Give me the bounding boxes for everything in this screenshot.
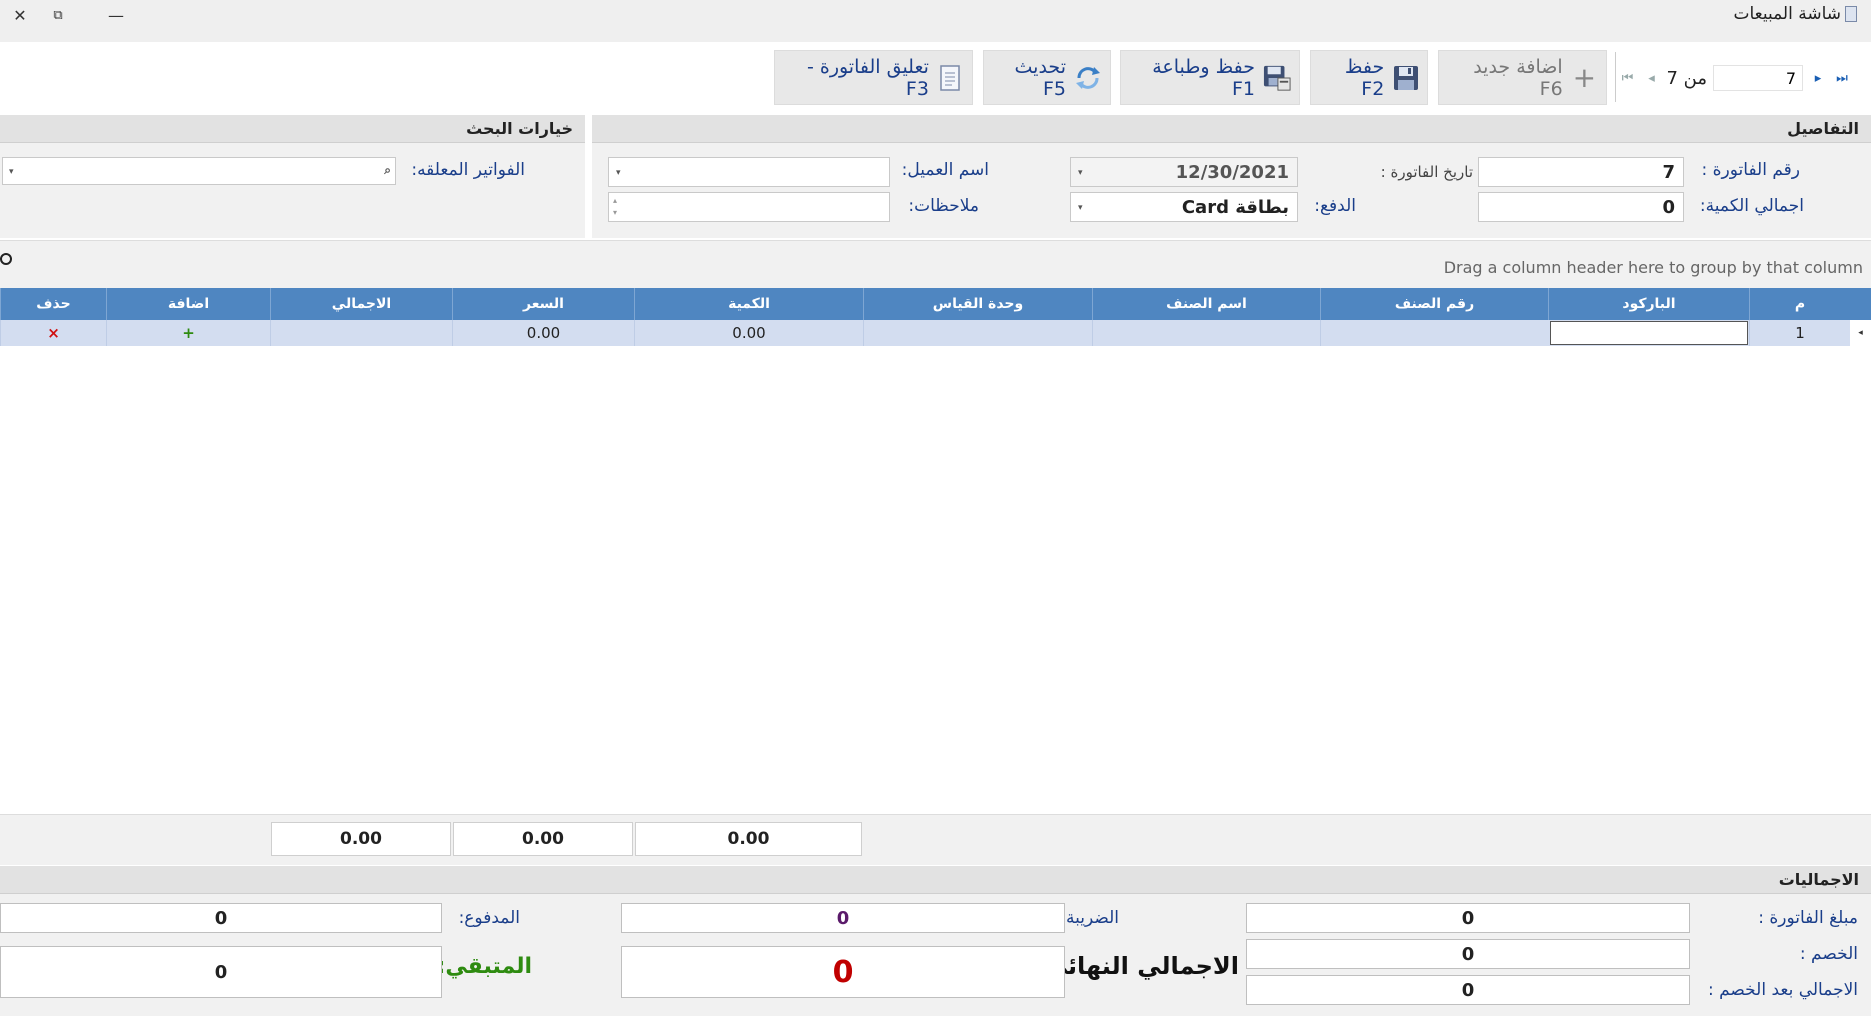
save-print-label: حفظ وطباعة F1 [1152, 55, 1255, 100]
grid-body [0, 346, 1871, 816]
add-new-label: اضافة جديد F6 [1473, 55, 1563, 100]
close-icon[interactable]: ✕ [0, 0, 40, 30]
paid-label: المدفوع: [458, 908, 520, 928]
held-invoices-label: الفواتير المعلقه: [411, 160, 525, 180]
customer-name-select[interactable]: ▾ [608, 157, 890, 187]
save-icon [1392, 64, 1419, 92]
save-print-icon [1263, 64, 1291, 92]
window-title-text: شاشة المبيعات [1733, 4, 1841, 24]
save-print-button[interactable]: حفظ وطباعة F1 [1120, 50, 1300, 105]
summary-quantity: 0.00 [635, 822, 862, 856]
invoice-amount-field[interactable]: 0 [1246, 903, 1690, 933]
total-qty-field[interactable]: 0 [1478, 192, 1684, 222]
chevron-down-icon: ▾ [1078, 203, 1083, 213]
notes-field[interactable]: ▴ ▾ [608, 192, 890, 222]
next-record-icon[interactable]: ▸ [1809, 71, 1827, 86]
add-row-button[interactable]: + [106, 320, 270, 346]
app-icon [1845, 6, 1857, 22]
search-options-header: خيارات البحث [0, 115, 585, 143]
last-record-icon[interactable]: ⏭ [1833, 71, 1851, 86]
add-new-button[interactable]: + اضافة جديد F6 [1438, 50, 1607, 105]
group-by-hint: Drag a column header here to group by th… [1443, 258, 1863, 277]
invoice-date-value: 12/30/2021 [1175, 161, 1289, 183]
invoice-number-label: رقم الفاتورة : [1701, 160, 1801, 180]
restore-icon[interactable]: ⧉ [38, 0, 78, 30]
held-invoices-select[interactable]: ▾ ⌕ [2, 157, 396, 185]
record-position-input[interactable] [1713, 65, 1803, 91]
chevron-down-icon: ▾ [616, 168, 621, 178]
window-title: شاشة المبيعات [1733, 4, 1857, 24]
discount-label: الخصم : [1799, 944, 1858, 964]
row-indicator-icon: ◂ [1850, 320, 1871, 346]
column-header-barcode[interactable]: الباركود [1548, 288, 1749, 320]
spin-arrows-icon: ▴ ▾ [613, 196, 618, 217]
tax-field[interactable]: 0 [621, 903, 1065, 933]
cell-item-number[interactable] [1320, 320, 1548, 346]
search-binoculars-icon[interactable]: ⌕ [384, 163, 391, 178]
save-button[interactable]: حفظ F2 [1310, 50, 1428, 105]
remaining-label: المتبقي: [436, 954, 532, 979]
record-count: من 7 [1666, 67, 1707, 89]
refresh-label: تحديث F5 [1014, 55, 1066, 100]
notes-label: ملاحظات: [908, 196, 979, 216]
column-header-number[interactable]: م [1749, 288, 1850, 320]
delete-row-button[interactable]: × [0, 320, 106, 346]
prev-record-icon[interactable]: ◂ [1642, 71, 1660, 86]
customer-name-label: اسم العميل: [901, 160, 989, 180]
column-header-total[interactable]: الاجمالي [270, 288, 452, 320]
column-header-item-number[interactable]: رقم الصنف [1320, 288, 1548, 320]
invoice-amount-label: مبلغ الفاتورة : [1758, 908, 1858, 928]
column-header-item-name[interactable]: اسم الصنف [1092, 288, 1320, 320]
refresh-icon [1074, 64, 1102, 92]
record-navigator: ⏮ ◂ من 7 ▸ ⏭ [1618, 56, 1851, 100]
cell-price[interactable]: 0.00 [452, 320, 634, 346]
cell-unit[interactable] [863, 320, 1092, 346]
column-header-delete[interactable]: حذف [0, 288, 106, 320]
cell-total [270, 320, 452, 346]
payment-label: الدفع: [1314, 196, 1356, 216]
chevron-down-icon: ▾ [1078, 168, 1083, 178]
payment-value: Card بطاقة [1181, 196, 1289, 218]
invoice-date-field[interactable]: ▾ 12/30/2021 [1070, 157, 1298, 187]
hold-invoice-button[interactable]: تعليق الفاتورة - F3 [774, 50, 973, 105]
toolbar-separator [1615, 52, 1616, 102]
title-bar [0, 0, 1871, 42]
totals-header: الاجماليات [0, 866, 1871, 894]
summary-total: 0.00 [271, 822, 451, 856]
first-record-icon[interactable]: ⏮ [1618, 71, 1636, 86]
invoice-number-field[interactable]: 7 [1478, 157, 1684, 187]
column-header-quantity[interactable]: الكمية [634, 288, 863, 320]
after-discount-label: الاجمالي بعد الخصم : [1707, 980, 1858, 1000]
invoice-date-label: تاريخ الفاتورة : [1380, 163, 1473, 181]
cell-number: 1 [1749, 320, 1850, 346]
document-icon [937, 64, 964, 92]
column-header-add[interactable]: اضافة [106, 288, 270, 320]
cell-quantity[interactable]: 0.00 [634, 320, 863, 346]
remaining-field: 0 [0, 946, 442, 998]
cell-barcode-editor[interactable] [1550, 321, 1748, 345]
paid-field[interactable]: 0 [0, 903, 442, 933]
minimize-icon[interactable]: — [96, 0, 136, 30]
column-chooser-icon[interactable] [0, 253, 12, 265]
after-discount-field[interactable]: 0 [1246, 975, 1690, 1005]
details-header: التفاصيل [592, 115, 1871, 143]
total-qty-label: اجمالي الكمية: [1699, 196, 1804, 216]
hold-invoice-label: تعليق الفاتورة - F3 [806, 55, 929, 100]
save-label: حفظ F2 [1344, 55, 1385, 100]
payment-select[interactable]: ▾ Card بطاقة [1070, 192, 1298, 222]
refresh-button[interactable]: تحديث F5 [983, 50, 1111, 105]
summary-price: 0.00 [453, 822, 633, 856]
discount-field[interactable]: 0 [1246, 939, 1690, 969]
column-header-unit[interactable]: وحدة القياس [863, 288, 1092, 320]
chevron-down-icon: ▾ [9, 167, 14, 177]
cell-item-name[interactable] [1092, 320, 1320, 346]
column-header-price[interactable]: السعر [452, 288, 634, 320]
final-total-field: 0 [621, 946, 1065, 998]
plus-icon: + [1572, 61, 1597, 94]
